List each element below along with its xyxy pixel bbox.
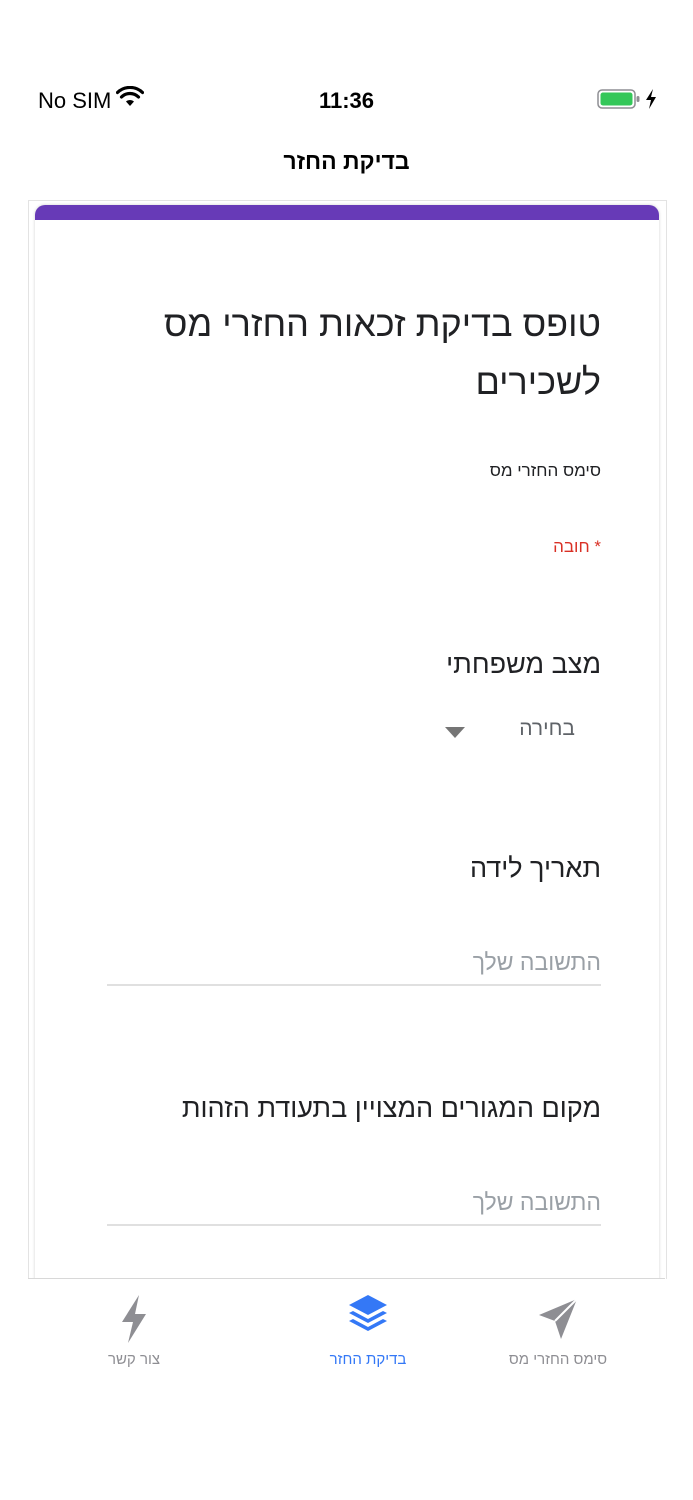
required-note: * חובה [553,537,601,556]
battery-icon [597,88,641,115]
dropdown-selected-value: בחירה [519,717,575,740]
tab-check-refund[interactable]: בדיקת החזר [278,1279,458,1389]
status-time: 11:36 [318,88,375,113]
lightning-icon [44,1293,224,1345]
birth-date-input[interactable] [107,940,601,986]
form-scroll-area[interactable]: טופס בדיקת זכאות החזרי מס לשכירים סימס ה… [28,200,667,1279]
tab-check-refund-label: בדיקת החזר [329,1351,407,1368]
question-birth-date-label: תאריך לידה [469,853,601,883]
nav-title: בדיקת החזר [283,148,410,174]
form-description: סימס החזרי מס [489,461,601,480]
tab-contact[interactable]: צור קשר [44,1279,224,1389]
residence-input[interactable] [107,1180,601,1226]
layers-icon [278,1293,458,1345]
charging-icon [645,88,657,115]
tab-bar: צור קשר בדיקת החזר סימס החזרי מס [28,1278,665,1389]
tab-sims-refunds-label: סימס החזרי מס [508,1351,608,1368]
tab-contact-label: צור קשר [107,1351,161,1368]
form-card: טופס בדיקת זכאות החזרי מס לשכירים סימס ה… [35,205,659,1279]
question-residence-label: מקום המגורים המצויין בתעודת הזהות [181,1093,601,1123]
dropdown-arrow-icon [445,727,465,738]
tab-sims-refunds[interactable]: סימס החזרי מס [468,1279,648,1389]
card-accent-bar [35,205,659,220]
marital-status-dropdown[interactable]: בחירה [415,715,575,751]
question-marital-status-label: מצב משפחתי [446,649,601,679]
form-title: טופס בדיקת זכאות החזרי מס לשכירים [163,303,601,402]
send-icon [468,1293,648,1345]
status-bar: No SIM 11:36 [0,80,693,120]
